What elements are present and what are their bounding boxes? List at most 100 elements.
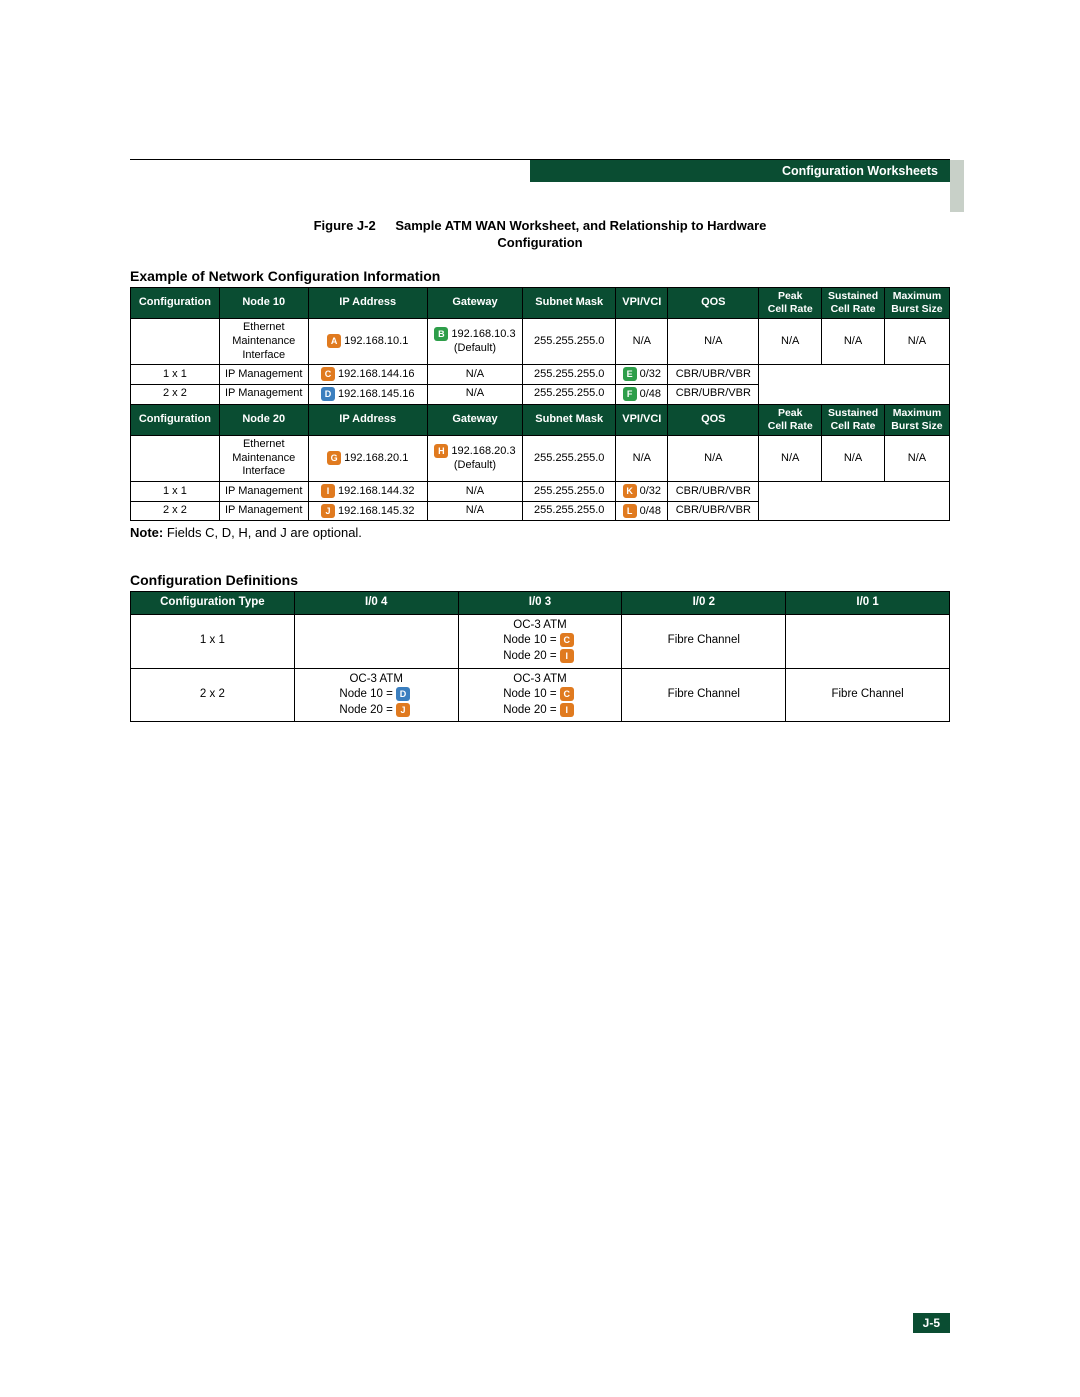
section1-title: Example of Network Configuration Informa… <box>130 268 950 284</box>
cell-conf: 2 x 2 <box>131 384 220 404</box>
cell-ip: G192.168.20.1 <box>308 435 427 481</box>
marker-icon: E <box>623 367 637 381</box>
cell-mask: 255.255.255.0 <box>523 482 616 502</box>
th-vpi: VPI/VCI <box>616 404 668 435</box>
marker-icon: G <box>327 451 341 465</box>
table-row: Ethernet Maintenance Interface G192.168.… <box>131 435 950 481</box>
cell: 2 x 2 <box>131 668 295 722</box>
defs-row: 2 x 2 OC-3 ATM Node 10 = D Node 20 = J O… <box>131 668 950 722</box>
defs-title: Configuration Definitions <box>130 572 950 588</box>
cell-vpi: L0/48 <box>616 501 668 521</box>
cell: Fibre Channel <box>622 668 786 722</box>
th-io3: I/0 3 <box>458 592 622 615</box>
table-row: 1 x 1 IP Management C192.168.144.16 N/A … <box>131 365 950 385</box>
cell-empty <box>759 365 950 404</box>
marker-icon: J <box>396 703 410 717</box>
defs-header-row: Configuration Type I/0 4 I/0 3 I/0 2 I/0… <box>131 592 950 615</box>
figure-number: Figure J-2 <box>314 218 376 233</box>
marker-icon: A <box>327 334 341 348</box>
cell-conf: 2 x 2 <box>131 501 220 521</box>
th-node10: Node 10 <box>219 287 308 318</box>
cell-node: IP Management <box>219 384 308 404</box>
marker-icon: K <box>623 484 637 498</box>
marker-icon: L <box>623 504 637 518</box>
th-sus: SustainedCell Rate <box>822 404 885 435</box>
th-conf: Configuration <box>131 404 220 435</box>
cell-sus: N/A <box>822 435 885 481</box>
cell <box>786 614 950 668</box>
cell-gw: H192.168.20.3(Default) <box>427 435 522 481</box>
th-gw: Gateway <box>427 404 522 435</box>
cell-sus: N/A <box>822 319 885 365</box>
page-number-box: J-5 <box>913 1313 950 1333</box>
table-header-row: Configuration Node 20 IP Address Gateway… <box>131 404 950 435</box>
cell-mask: 255.255.255.0 <box>523 501 616 521</box>
th-io2: I/0 2 <box>622 592 786 615</box>
note-label: Note: <box>130 525 163 540</box>
cell-qos: CBR/UBR/VBR <box>668 482 759 502</box>
cell-gw: N/A <box>427 365 522 385</box>
cell: Fibre Channel <box>786 668 950 722</box>
cell-vpi: E0/32 <box>616 365 668 385</box>
cell-node: Ethernet Maintenance Interface <box>219 435 308 481</box>
marker-icon: C <box>560 687 574 701</box>
cell-mask: 255.255.255.0 <box>523 384 616 404</box>
cell-gw: B192.168.10.3(Default) <box>427 319 522 365</box>
th-max: MaximumBurst Size <box>884 404 949 435</box>
th-qos: QOS <box>668 287 759 318</box>
page-tab-box <box>950 160 964 212</box>
cell-conf <box>131 435 220 481</box>
th-peak: PeakCell Rate <box>759 404 822 435</box>
th-vpi: VPI/VCI <box>616 287 668 318</box>
example-table: Configuration Node 10 IP Address Gateway… <box>130 287 950 522</box>
header-title-bar: Configuration Worksheets <box>530 160 950 182</box>
note-text: Fields C, D, H, and J are optional. <box>163 525 362 540</box>
cell: Fibre Channel <box>622 614 786 668</box>
cell-max: N/A <box>884 435 949 481</box>
marker-icon: C <box>560 633 574 647</box>
cell-vpi: N/A <box>616 319 668 365</box>
th-io4: I/0 4 <box>294 592 458 615</box>
cell-ip: J192.168.145.32 <box>308 501 427 521</box>
th-sus: SustainedCell Rate <box>822 287 885 318</box>
cell: 1 x 1 <box>131 614 295 668</box>
marker-icon: I <box>560 703 574 717</box>
content: Figure J-2 Sample ATM WAN Worksheet, and… <box>130 218 950 722</box>
cell: OC-3 ATM Node 10 = C Node 20 = I <box>458 614 622 668</box>
th-conf: Configuration <box>131 287 220 318</box>
cell-max: N/A <box>884 319 949 365</box>
cell-conf <box>131 319 220 365</box>
cell-qos: N/A <box>668 435 759 481</box>
figure-title-line1: Sample ATM WAN Worksheet, and Relationsh… <box>395 218 766 233</box>
cell-gw: N/A <box>427 501 522 521</box>
marker-icon: J <box>321 504 335 518</box>
cell-empty <box>759 482 950 521</box>
cell-node: IP Management <box>219 501 308 521</box>
marker-icon: I <box>321 484 335 498</box>
th-ip: IP Address <box>308 287 427 318</box>
th-node20: Node 20 <box>219 404 308 435</box>
cell-qos: CBR/UBR/VBR <box>668 384 759 404</box>
cell: OC-3 ATM Node 10 = C Node 20 = I <box>458 668 622 722</box>
cell-qos: N/A <box>668 319 759 365</box>
cell-peak: N/A <box>759 435 822 481</box>
th-mask: Subnet Mask <box>523 287 616 318</box>
cell-node: IP Management <box>219 365 308 385</box>
cell-peak: N/A <box>759 319 822 365</box>
marker-icon: I <box>560 649 574 663</box>
cell-mask: 255.255.255.0 <box>523 319 616 365</box>
marker-icon: D <box>321 387 335 401</box>
th-ip: IP Address <box>308 404 427 435</box>
cell-ip: D192.168.145.16 <box>308 384 427 404</box>
cell: OC-3 ATM Node 10 = D Node 20 = J <box>294 668 458 722</box>
cell-gw: N/A <box>427 384 522 404</box>
page-number: J-5 <box>923 1316 940 1330</box>
cell-mask: 255.255.255.0 <box>523 435 616 481</box>
figure-title-line2: Configuration <box>497 235 582 250</box>
table-row: 1 x 1 IP Management I192.168.144.32 N/A … <box>131 482 950 502</box>
cell-ip: I192.168.144.32 <box>308 482 427 502</box>
cell-vpi: F0/48 <box>616 384 668 404</box>
th-mask: Subnet Mask <box>523 404 616 435</box>
defs-table: Configuration Type I/0 4 I/0 3 I/0 2 I/0… <box>130 591 950 722</box>
cell-mask: 255.255.255.0 <box>523 365 616 385</box>
